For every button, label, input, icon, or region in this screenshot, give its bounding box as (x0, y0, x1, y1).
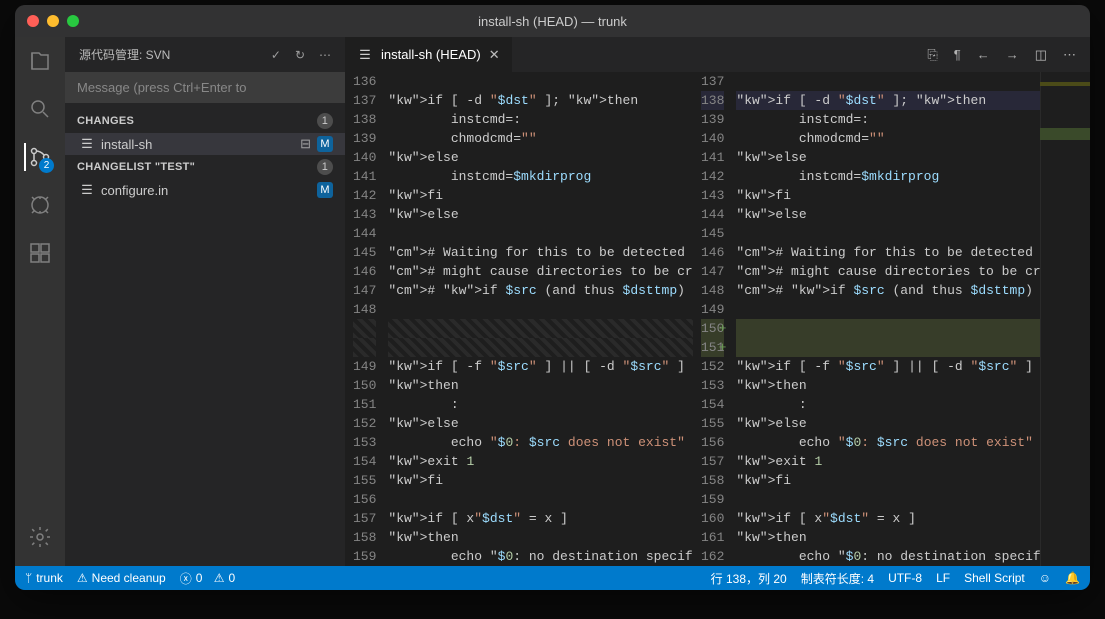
close-icon[interactable]: ✕ (489, 47, 500, 63)
prev-change-icon[interactable]: ← (977, 47, 990, 62)
gutter-left: 1361371381391401411421431441451461471481… (345, 72, 388, 566)
explorer-icon[interactable] (26, 47, 54, 75)
warn-icon: ⚠ (214, 571, 225, 585)
toggle-whitespace-icon[interactable]: ⎘ (927, 47, 937, 63)
code-left[interactable]: "kw">if [ -d "$dst" ]; "kw">then instcmd… (388, 72, 693, 566)
extensions-icon[interactable] (26, 239, 54, 267)
status-eol[interactable]: LF (936, 571, 950, 585)
file-icon: ☰ (357, 47, 373, 63)
file-item[interactable]: ☰ configure.in M (65, 179, 345, 201)
gutter-right: 1371381391401411421431441451461471481491… (693, 72, 736, 566)
more-actions-icon[interactable]: ⋯ (1063, 47, 1076, 63)
file-item[interactable]: ☰ install-sh ⊟ M (65, 133, 345, 155)
scm-section-header[interactable]: CHANGELIST "TEST" 1 (65, 155, 345, 179)
status-lang[interactable]: Shell Script (964, 571, 1025, 585)
minimize-window-button[interactable] (47, 15, 59, 27)
status-tabsize[interactable]: 制表符长度: 4 (801, 570, 874, 587)
file-name: install-sh (101, 137, 152, 152)
modified-badge: M (317, 136, 333, 152)
activity-bar: 2 (15, 37, 65, 566)
commit-message-input[interactable]: Message (press Ctrl+Enter to (65, 72, 345, 103)
scm-sidebar: 源代码管理: SVN ✓ ↻ ⋯ Message (press Ctrl+Ent… (65, 37, 345, 566)
feedback-icon[interactable]: ☺ (1039, 571, 1051, 585)
section-count: 1 (317, 113, 333, 129)
more-icon[interactable]: ⋯ (319, 48, 331, 62)
warning-icon: ⚠ (77, 571, 88, 585)
file-icon: ☰ (79, 136, 95, 152)
status-branch[interactable]: ᛘtrunk (25, 571, 63, 585)
bell-icon[interactable]: 🔔 (1065, 571, 1080, 585)
refresh-icon[interactable]: ↻ (295, 48, 305, 62)
commit-icon[interactable]: ✓ (271, 48, 281, 62)
modified-badge: M (317, 182, 333, 198)
editor-area: ☰ install-sh (HEAD) ✕ ⎘ ¶ ← → ◫ ⋯ 136137… (345, 37, 1090, 566)
section-count: 1 (317, 159, 333, 175)
status-warning-msg[interactable]: ⚠Need cleanup (77, 571, 166, 585)
tab-label: install-sh (HEAD) (381, 47, 481, 62)
maximize-window-button[interactable] (67, 15, 79, 27)
status-problems[interactable]: ⓧ0 ⚠0 (180, 570, 236, 587)
branch-icon: ᛘ (25, 571, 32, 585)
code-right[interactable]: "kw">if [ -d "$dst" ]; "kw">then instcmd… (736, 72, 1090, 566)
window-controls (27, 15, 79, 27)
scm-section-header[interactable]: CHANGES 1 (65, 109, 345, 133)
debug-icon[interactable] (26, 191, 54, 219)
diff-icon[interactable]: ⊟ (300, 136, 311, 152)
close-window-button[interactable] (27, 15, 39, 27)
search-icon[interactable] (26, 95, 54, 123)
file-name: configure.in (101, 183, 168, 198)
tab-install-sh[interactable]: ☰ install-sh (HEAD) ✕ (345, 37, 512, 72)
scm-provider-label: 源代码管理: SVN (79, 46, 170, 63)
minimap[interactable] (1040, 72, 1090, 566)
diff-view[interactable]: 1361371381391401411421431441451461471481… (345, 72, 1090, 566)
status-bar: ᛘtrunk ⚠Need cleanup ⓧ0 ⚠0 行 138，列 20 制表… (15, 566, 1090, 590)
scm-badge: 2 (39, 158, 54, 173)
next-change-icon[interactable]: → (1006, 47, 1019, 62)
pilcrow-icon[interactable]: ¶ (954, 47, 961, 62)
split-editor-icon[interactable]: ◫ (1035, 47, 1047, 63)
section-label: CHANGES (77, 115, 134, 127)
window-title: install-sh (HEAD) — trunk (478, 14, 627, 29)
status-cursor[interactable]: 行 138，列 20 (711, 570, 787, 587)
titlebar: install-sh (HEAD) — trunk (15, 5, 1090, 37)
scm-header: 源代码管理: SVN ✓ ↻ ⋯ (65, 37, 345, 72)
status-encoding[interactable]: UTF-8 (888, 571, 922, 585)
file-icon: ☰ (79, 182, 95, 198)
settings-icon[interactable] (26, 523, 54, 551)
editor-tabs: ☰ install-sh (HEAD) ✕ ⎘ ¶ ← → ◫ ⋯ (345, 37, 1090, 72)
section-label: CHANGELIST "TEST" (77, 161, 195, 173)
error-icon: ⓧ (180, 570, 192, 587)
scm-icon[interactable]: 2 (24, 143, 52, 171)
